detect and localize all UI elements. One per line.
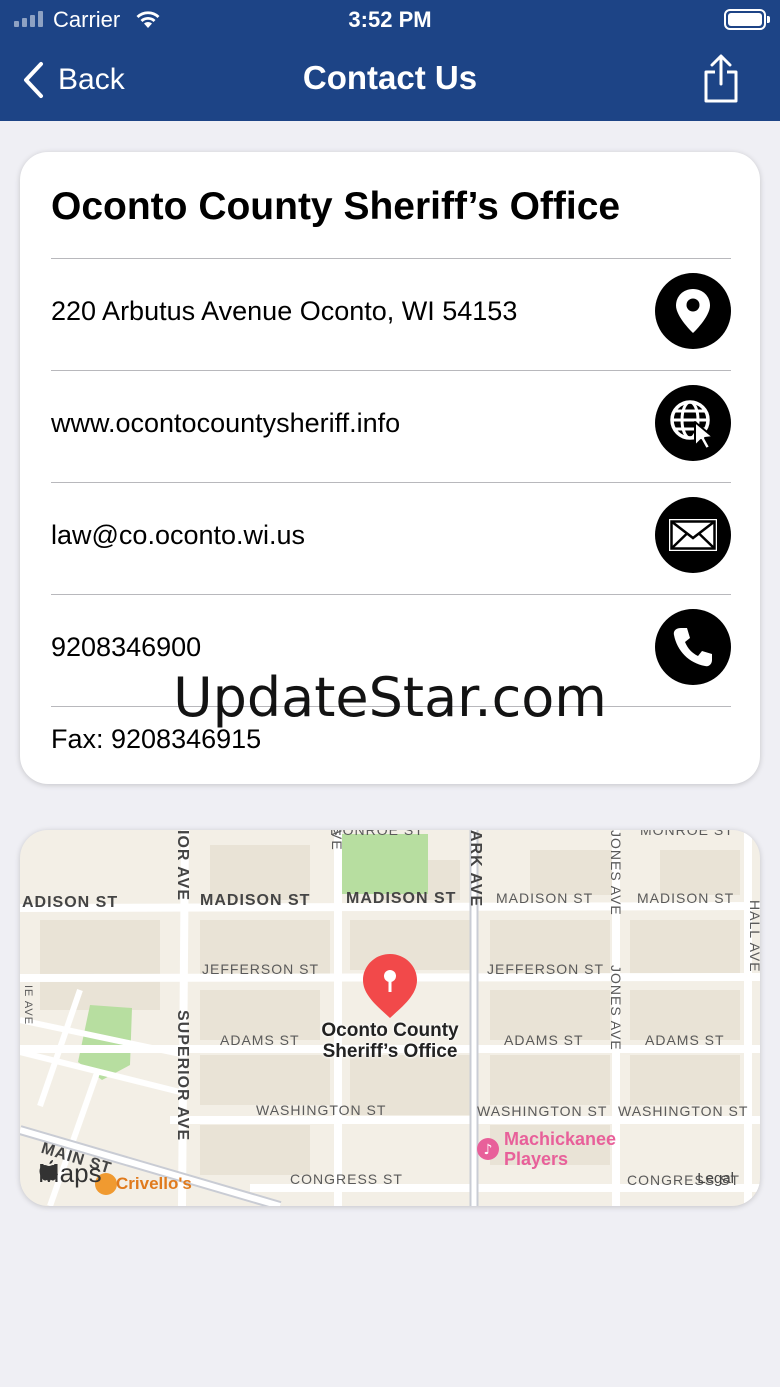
office-name: Oconto County Sheriff’s Office — [51, 185, 621, 228]
street-label-jefferson-1: JEFFERSON ST — [202, 961, 320, 977]
map-streets: ♪ — [20, 830, 760, 1206]
navigation-bar: Carrier 3:52 PM Back Contact Us — [0, 0, 780, 121]
street-label-ve: VE — [329, 830, 345, 851]
watermark: UpdateStar.com — [173, 666, 607, 729]
street-label-madison-2: MADISON ST — [346, 890, 457, 907]
status-time: 3:52 PM — [348, 7, 432, 32]
street-label-monroe-east: MONROE ST — [640, 830, 734, 838]
apple-icon — [39, 1160, 58, 1181]
address-text: 220 Arbutus Avenue Oconto, WI 54153 — [51, 296, 518, 326]
address-row[interactable]: 220 Arbutus Avenue Oconto, WI 54153 — [51, 258, 731, 370]
street-label-washington-1: WASHINGTON ST — [256, 1102, 387, 1118]
mail-icon[interactable] — [655, 497, 731, 573]
street-label-madison-4: MADISON ST — [637, 890, 735, 906]
map-pin-marker[interactable] — [363, 954, 417, 1018]
street-label-jefferson-2: JEFFERSON ST — [487, 961, 605, 977]
pin-label-line2: Sheriff’s Office — [322, 1041, 458, 1062]
street-label-ior-ave: IOR AVE — [174, 830, 191, 902]
street-label-washington-2: WASHINGTON ST — [477, 1103, 608, 1119]
street-label-park-ave: ARK AVE — [467, 830, 484, 908]
street-label-superior: SUPERIOR AVE — [174, 1010, 191, 1142]
website-text: www.ocontocountysheriff.info — [51, 408, 401, 438]
email-text: law@co.oconto.wi.us — [51, 520, 306, 550]
legal-link[interactable]: Legal — [697, 1170, 734, 1187]
street-label-congress-1: CONGRESS ST — [290, 1171, 403, 1187]
status-bar: Carrier 3:52 PM — [0, 0, 780, 40]
page-title: Contact Us — [302, 59, 478, 96]
street-label-washington-3: WASHINGTON ST — [618, 1103, 749, 1119]
street-label-adison: ADISON ST — [22, 894, 119, 911]
website-row[interactable]: www.ocontocountysheriff.info — [51, 370, 731, 482]
map-pin-icon[interactable] — [655, 273, 731, 349]
map-pin-label: Oconto County Sheriff’s Office — [290, 1020, 490, 1062]
street-label-jones-ave-1: JONES AVE — [608, 830, 624, 916]
apple-maps-logo: Maps — [38, 1158, 102, 1189]
street-label-jones-ave-2: JONES AVE — [608, 965, 624, 1051]
svg-text:♪: ♪ — [484, 1142, 493, 1158]
web-icon[interactable] — [655, 385, 731, 461]
street-label-madison-1: MADISON ST — [200, 892, 311, 909]
street-label-madison-3: MADISON ST — [496, 890, 594, 906]
street-label-adams-2: ADAMS ST — [504, 1032, 584, 1048]
poi-line1: Machickanee — [504, 1129, 617, 1149]
share-icon[interactable] — [702, 54, 740, 104]
business-label[interactable]: Crivello's — [116, 1174, 192, 1194]
pin-label-line1: Oconto County — [321, 1020, 459, 1041]
battery-icon — [724, 9, 770, 30]
poi-label[interactable]: Machickanee Players — [504, 1129, 616, 1169]
poi-line2: Players — [504, 1149, 569, 1169]
map-view[interactable]: ♪ MONROE ST MONROE ST ADISON ST MADISON … — [20, 830, 760, 1206]
email-row[interactable]: law@co.oconto.wi.us — [51, 482, 731, 594]
street-label-adams-3: ADAMS ST — [645, 1032, 725, 1048]
street-label-adams-1: ADAMS ST — [220, 1032, 300, 1048]
street-label-hall-ave: HALL AVE — [747, 900, 760, 973]
street-label-ie-ave: IE AVE — [22, 985, 34, 1026]
